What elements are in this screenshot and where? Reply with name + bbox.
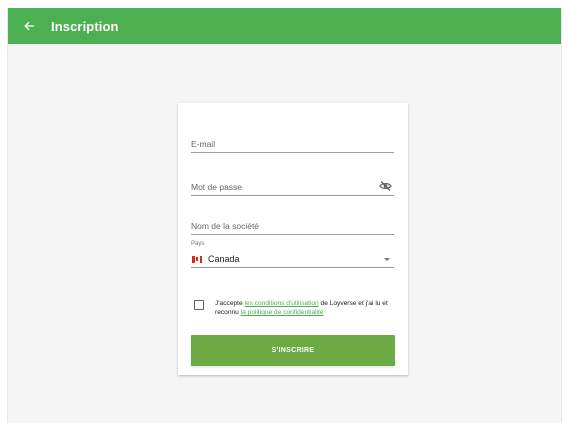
app-window: Inscription Pays Canada [7,8,562,423]
page-title: Inscription [51,18,119,34]
signup-card: Pays Canada J'accepte les conditions d'u… [178,103,408,375]
country-value: Canada [208,254,240,264]
app-bar: Inscription [8,8,561,44]
password-field[interactable] [191,179,371,195]
terms-text: J'accepte les conditions d'utilisation d… [215,299,397,317]
back-button[interactable] [14,8,44,44]
privacy-policy-link[interactable]: la politique de confidentialité [241,309,324,316]
country-label: Pays [191,241,205,247]
email-field-wrapper [191,134,394,153]
arrow-left-icon [23,21,34,31]
signup-button[interactable]: S'INSCRIRE [191,335,395,366]
country-select[interactable]: Canada [191,251,394,268]
company-field-wrapper [191,216,394,235]
company-name-field[interactable] [191,218,394,234]
eye-off-icon [379,181,392,191]
email-field[interactable] [191,136,394,152]
caret-down-icon [384,258,390,261]
canada-flag-icon [192,255,202,263]
toggle-password-visibility-button[interactable] [379,179,392,191]
terms-text-before: J'accepte [215,300,243,307]
terms-of-use-link[interactable]: les conditions d'utilisation [245,300,319,307]
terms-checkbox[interactable] [194,300,204,310]
password-field-wrapper [191,177,394,196]
